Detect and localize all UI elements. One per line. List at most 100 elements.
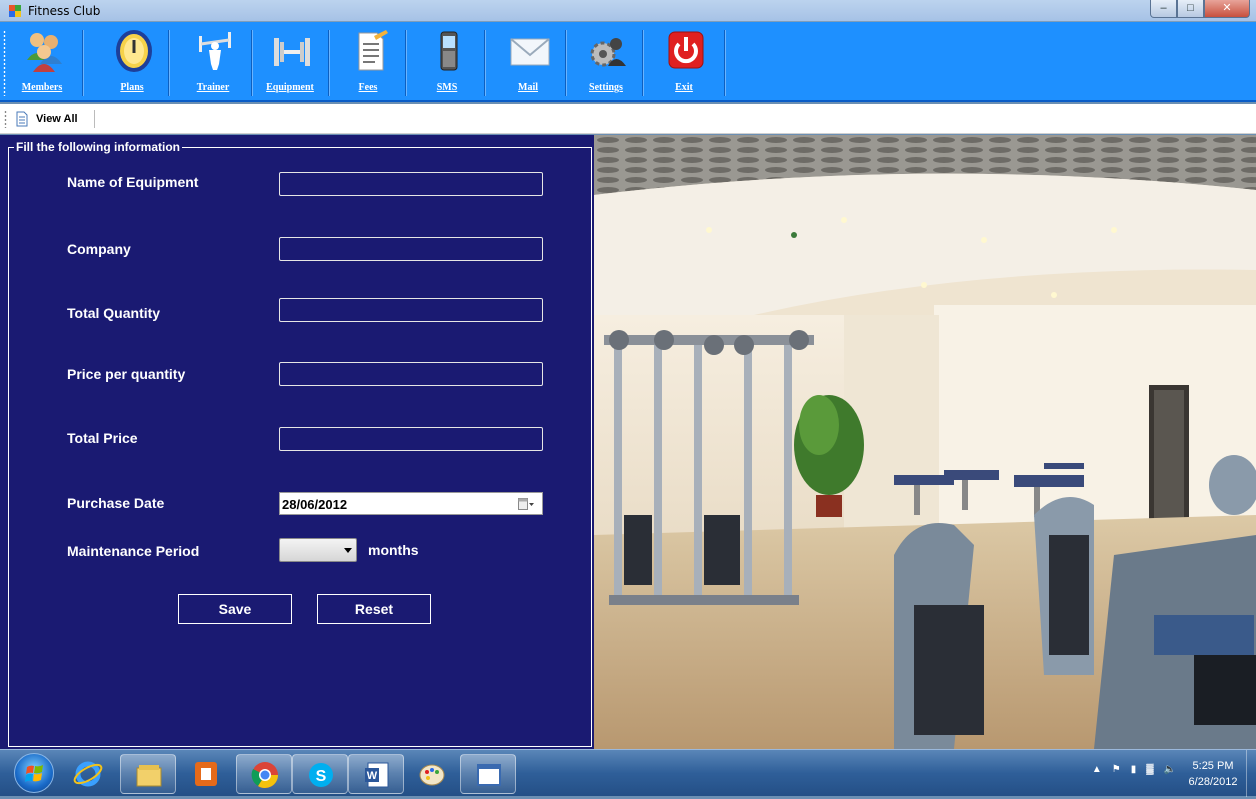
chrome-icon — [251, 762, 279, 789]
toolbar-separator — [82, 30, 84, 96]
toolbar-members-button[interactable]: Members — [10, 26, 74, 98]
secondary-toolbar: View All — [0, 104, 1256, 134]
battery-icon[interactable]: ▮ — [1131, 764, 1137, 775]
purchase-date-value: 28/06/2012 — [282, 497, 348, 512]
toolbar-mail-label: Mail — [518, 82, 538, 93]
mail-icon — [510, 38, 550, 66]
main-toolbar: Members Plans Trainer Equipment Fees SMS… — [0, 22, 1256, 102]
price-per-quantity-label: Price per quantity — [67, 366, 186, 382]
total-price-input[interactable] — [279, 427, 543, 451]
toolbar-separator — [484, 30, 486, 96]
toolbar-exit-label: Exit — [675, 82, 693, 93]
chevron-down-icon — [344, 548, 352, 553]
svg-text:S: S — [316, 768, 327, 785]
trainer-icon — [199, 32, 231, 70]
skype-icon: S — [309, 763, 333, 787]
taskbar-clock[interactable]: 5:25 PM 6/28/2012 — [1182, 758, 1244, 790]
total-price-label: Total Price — [67, 430, 138, 446]
taskbar-skype-button[interactable]: S — [292, 754, 348, 794]
toolbar-separator — [724, 30, 726, 96]
taskbar-chrome-button[interactable] — [236, 754, 292, 794]
windows-logo-icon — [25, 765, 43, 782]
settings-icon — [590, 38, 626, 67]
gym-illustration — [594, 135, 1256, 749]
toolbar-settings-label: Settings — [589, 82, 623, 93]
paint-icon — [419, 764, 445, 786]
view-all-button[interactable]: View All — [14, 109, 78, 129]
word-icon: W — [365, 762, 389, 788]
members-icon — [27, 33, 62, 72]
toolbar-trainer-button[interactable]: Trainer — [181, 26, 245, 98]
show-desktop-button[interactable] — [1246, 750, 1256, 797]
view-all-label: View All — [36, 113, 78, 125]
subbar-separator — [94, 110, 95, 128]
toolbar-sms-button[interactable]: SMS — [415, 26, 479, 98]
title-bar: Fitness Club – □ ✕ — [0, 0, 1256, 22]
taskbar-media-button[interactable] — [186, 754, 226, 794]
toolbar-fees-label: Fees — [358, 82, 378, 93]
svg-text:W: W — [367, 770, 378, 782]
toolbar-separator — [328, 30, 330, 96]
network-signal-icon[interactable]: ▓ — [1146, 764, 1153, 775]
name-of-equipment-label: Name of Equipment — [67, 174, 199, 190]
maintenance-period-label: Maintenance Period — [67, 543, 200, 559]
show-hidden-icons-icon[interactable]: ▲ — [1092, 764, 1102, 775]
toolbar-sms-label: SMS — [436, 82, 458, 93]
toolbar-exit-button[interactable]: Exit — [652, 26, 716, 98]
app-icon — [9, 5, 21, 17]
plans-icon — [116, 30, 152, 72]
toolbar-separator — [168, 30, 170, 96]
application-window-icon — [477, 764, 501, 786]
start-button[interactable] — [14, 753, 54, 793]
media-player-icon — [195, 762, 217, 786]
taskbar-paint-button[interactable] — [412, 754, 452, 794]
toolbar-fees-button[interactable]: Fees — [336, 26, 400, 98]
reset-button[interactable]: Reset — [317, 594, 431, 624]
company-label: Company — [67, 241, 131, 257]
sms-icon — [440, 31, 458, 71]
company-input[interactable] — [279, 237, 543, 261]
toolbar-equipment-label: Equipment — [266, 82, 314, 93]
close-button[interactable]: ✕ — [1204, 0, 1250, 18]
toolbar-trainer-label: Trainer — [196, 82, 230, 93]
maintenance-period-select[interactable] — [279, 538, 357, 562]
fees-icon — [358, 30, 388, 71]
price-per-quantity-input[interactable] — [279, 362, 543, 386]
taskbar-ie-button[interactable] — [68, 754, 108, 794]
internet-explorer-icon — [73, 761, 103, 787]
toolbar-separator — [565, 30, 567, 96]
name-of-equipment-input[interactable] — [279, 172, 543, 196]
taskbar: S W ▲ ⚑ ▮ ▓ 🔈 5:25 PM 6/28/2012 — [0, 749, 1256, 797]
toolbar-separator — [642, 30, 644, 96]
folder-icon — [136, 765, 162, 787]
toolbar-plans-label: Plans — [120, 82, 144, 93]
action-center-flag-icon[interactable]: ⚑ — [1112, 764, 1121, 775]
power-icon — [668, 31, 704, 69]
toolbar-separator — [251, 30, 253, 96]
save-button[interactable]: Save — [178, 594, 292, 624]
equipment-form-panel: Fill the following information Name of E… — [0, 135, 594, 749]
toolbar-settings-button[interactable]: Settings — [574, 26, 638, 98]
equipment-icon — [274, 38, 310, 66]
calendar-dropdown-icon[interactable] — [518, 497, 534, 511]
taskbar-word-button[interactable]: W — [348, 754, 404, 794]
toolbar-members-label: Members — [21, 82, 63, 93]
purchase-date-picker[interactable]: 28/06/2012 — [279, 492, 543, 515]
taskbar-fitness-club-button[interactable] — [460, 754, 516, 794]
toolbar-separator — [405, 30, 407, 96]
form-legend: Fill the following information — [14, 140, 182, 154]
toolbar-plans-button[interactable]: Plans — [100, 26, 164, 98]
minimize-button[interactable]: – — [1150, 0, 1177, 18]
document-icon — [16, 111, 28, 127]
total-quantity-input[interactable] — [279, 298, 543, 322]
toolbar-mail-button[interactable]: Mail — [496, 26, 560, 98]
taskbar-explorer-button[interactable] — [120, 754, 176, 794]
toolbar-equipment-button[interactable]: Equipment — [258, 26, 322, 98]
subbar-grip[interactable] — [4, 110, 7, 128]
volume-icon[interactable]: 🔈 — [1164, 764, 1176, 775]
toolbar-grip[interactable] — [3, 30, 6, 96]
clock-time: 5:25 PM — [1192, 760, 1234, 772]
clock-date: 6/28/2012 — [1188, 776, 1238, 788]
window-title: Fitness Club — [28, 4, 101, 18]
maximize-button[interactable]: □ — [1177, 0, 1204, 18]
